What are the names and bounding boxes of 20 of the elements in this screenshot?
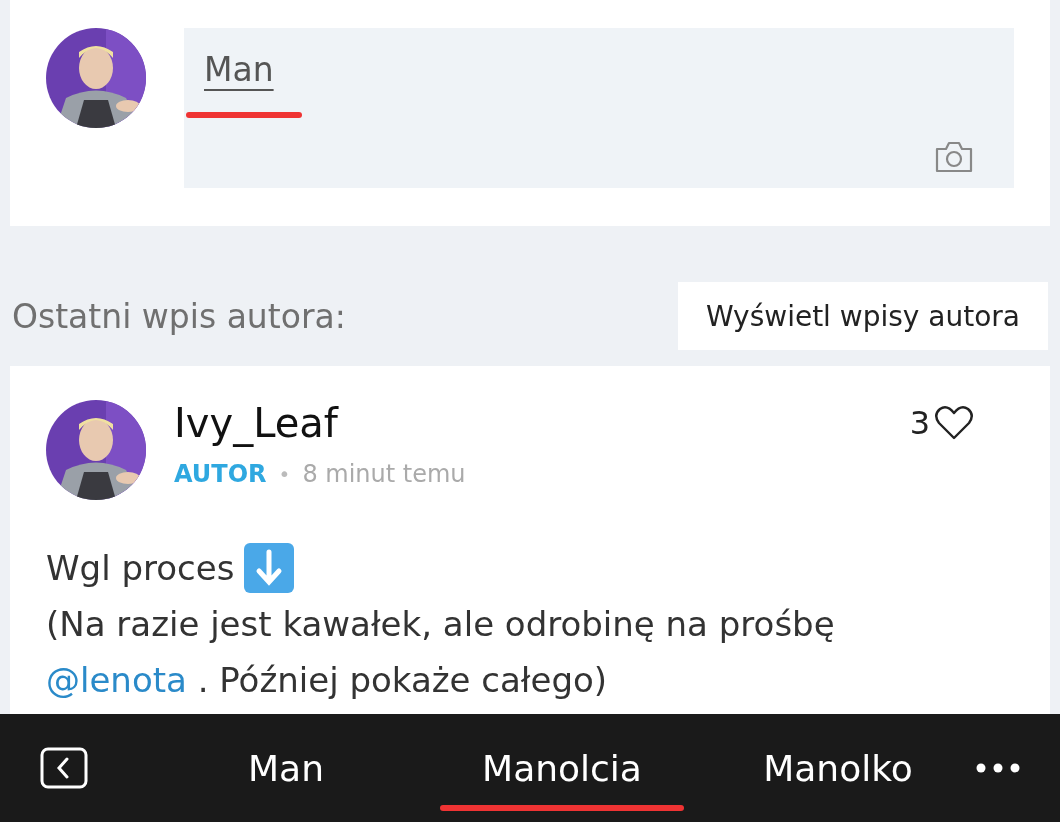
author-name: Ivy_Leaf (174, 400, 338, 446)
input-value: Man (204, 50, 274, 89)
camera-icon[interactable] (934, 140, 974, 174)
suggestion-chip[interactable]: Man (148, 747, 424, 789)
post-text: @lenota . Później pokaże całego) (46, 659, 608, 702)
post-text: (Na razie jest kawałek, ale odrobinę na prośbę (46, 603, 835, 646)
comment-input-field[interactable]: Man (184, 28, 1014, 188)
back-icon[interactable] (40, 747, 88, 789)
suggestion-chip[interactable]: Manolko (700, 747, 976, 789)
more-icon[interactable] (976, 763, 1020, 773)
section-title: Ostatni wpis autora: (12, 296, 346, 336)
separator: • (278, 462, 291, 486)
post-time: 8 minut temu (302, 460, 466, 488)
show-author-posts-button[interactable]: Wyświetl wpisy autora (677, 282, 1048, 350)
suggestion-chip[interactable]: Manolcia (424, 747, 700, 789)
mention-link[interactable]: @lenota (46, 660, 187, 700)
author-label: AUTOR (174, 460, 267, 488)
heart-icon[interactable] (934, 405, 974, 441)
like-count: 3 (909, 404, 930, 442)
post-text: Wgl proces (46, 547, 235, 590)
